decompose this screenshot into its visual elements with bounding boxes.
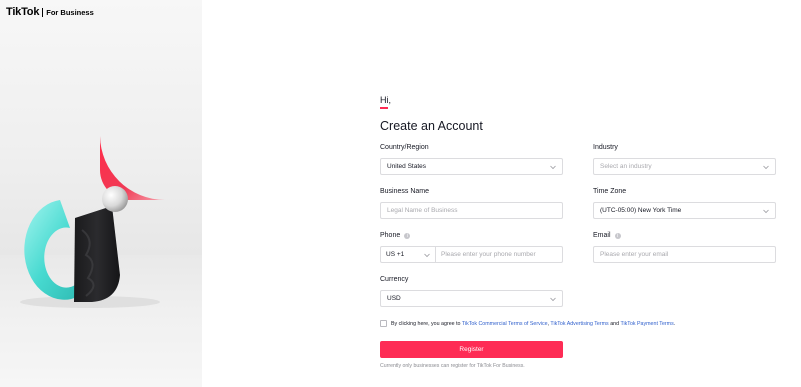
info-icon[interactable]: i: [614, 232, 621, 239]
email-label-row: Email i: [593, 231, 776, 240]
registration-note: Currently only businesses can register f…: [380, 363, 525, 369]
consent-prefix: By clicking here, you agree to: [391, 320, 461, 327]
info-icon[interactable]: i: [404, 232, 411, 239]
phone-field: Phone i US +1 Please enter your phone nu…: [380, 231, 563, 263]
chevron-down-icon: [763, 165, 769, 170]
phone-code-value: US +1: [386, 251, 405, 258]
registration-form: Hi, Create an Account Country/Region Uni…: [380, 95, 776, 369]
business-name-input[interactable]: Legal Name of Business: [380, 202, 563, 219]
payment-terms-link[interactable]: TikTok Payment Terms: [620, 321, 673, 327]
consent-period: .: [673, 320, 676, 327]
hero-panel: TikTok For Business: [0, 0, 202, 387]
industry-select[interactable]: Select an industry: [593, 158, 776, 175]
greeting-underline: [380, 107, 388, 109]
consent-text: By clicking here, you agree to TikTok Co…: [391, 321, 675, 327]
time-zone-field: Time Zone (UTC-05:00) New York Time: [593, 187, 776, 219]
register-button[interactable]: Register: [380, 341, 563, 358]
phone-label: Phone: [380, 232, 401, 239]
chevron-down-icon: [550, 165, 556, 170]
consent-and: and: [610, 320, 620, 327]
form-row-2: Business Name Legal Name of Business Tim…: [380, 187, 776, 219]
tiktok-3d-logo: [20, 136, 165, 308]
form-row-1: Country/Region United States Industry Se…: [380, 143, 776, 175]
commercial-terms-link[interactable]: TikTok Commercial Terms of Service: [462, 321, 548, 327]
consent-comma: ,: [547, 320, 550, 327]
phone-code-select[interactable]: US +1: [381, 247, 436, 262]
phone-label-row: Phone i: [380, 231, 563, 240]
email-field: Email i Please enter your email: [593, 231, 776, 263]
chevron-down-icon: [424, 253, 430, 258]
phone-group: US +1 Please enter your phone number: [380, 246, 563, 263]
page-title: Create an Account: [380, 119, 483, 133]
industry-field: Industry Select an industry: [593, 143, 776, 175]
country-field: Country/Region United States: [380, 143, 563, 175]
currency-value: USD: [387, 295, 401, 302]
chevron-down-icon: [550, 297, 556, 302]
email-placeholder: Please enter your email: [600, 251, 669, 258]
email-input[interactable]: Please enter your email: [593, 246, 776, 263]
brand-divider: [42, 7, 44, 17]
form-row-3: Phone i US +1 Please enter your phone nu…: [380, 231, 776, 263]
terms-checkbox[interactable]: [380, 320, 387, 327]
industry-placeholder: Select an industry: [600, 163, 652, 170]
country-label: Country/Region: [380, 144, 429, 151]
country-value: United States: [387, 163, 427, 170]
time-zone-label: Time Zone: [593, 188, 627, 195]
business-name-field: Business Name Legal Name of Business: [380, 187, 563, 219]
phone-input[interactable]: Please enter your phone number: [436, 251, 536, 258]
time-zone-select[interactable]: (UTC-05:00) New York Time: [593, 202, 776, 219]
brand-logo[interactable]: TikTok For Business: [6, 6, 94, 18]
industry-label: Industry: [593, 144, 618, 151]
business-name-placeholder: Legal Name of Business: [387, 207, 458, 214]
time-zone-value: (UTC-05:00) New York Time: [600, 207, 682, 214]
brand-suffix: For Business: [46, 7, 94, 17]
business-name-label: Business Name: [380, 188, 430, 195]
currency-label: Currency: [380, 276, 409, 283]
email-label: Email: [593, 232, 611, 239]
brand-name: TikTok: [6, 6, 40, 18]
currency-select[interactable]: USD: [380, 290, 563, 307]
greeting: Hi,: [380, 95, 391, 105]
chevron-down-icon: [763, 209, 769, 214]
form-row-4: Currency USD: [380, 275, 776, 307]
country-select[interactable]: United States: [380, 158, 563, 175]
advertising-terms-link[interactable]: TikTok Advertising Terms: [550, 321, 608, 327]
terms-consent: By clicking here, you agree to TikTok Co…: [380, 320, 776, 327]
currency-field: Currency USD: [380, 275, 563, 307]
